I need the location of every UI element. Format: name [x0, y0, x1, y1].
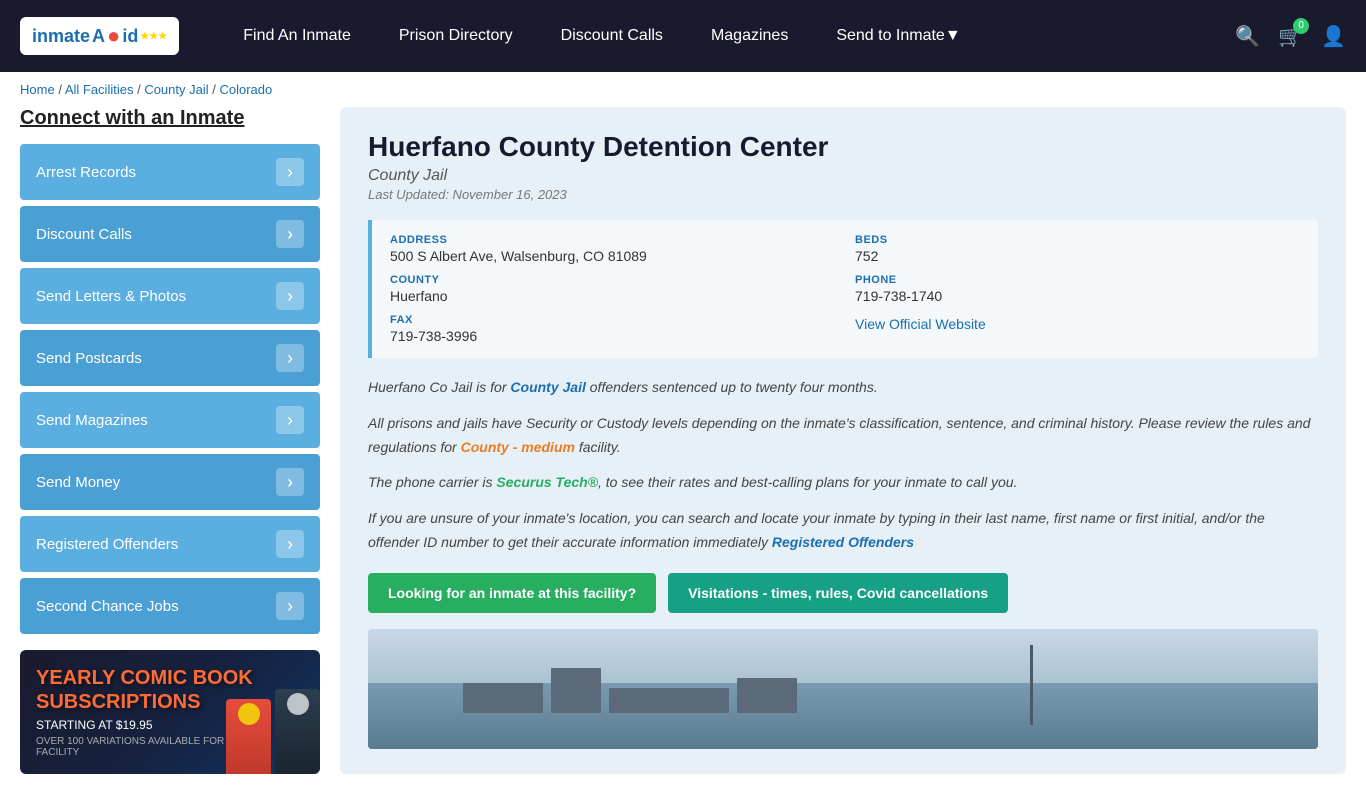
county-value: Huerfano	[390, 288, 835, 304]
fax-label: FAX	[390, 314, 835, 326]
ad-title-line1: YEARLY COMIC BOOK	[36, 666, 304, 690]
facility-title: Huerfano County Detention Center	[368, 131, 1318, 163]
breadcrumb-colorado[interactable]: Colorado	[219, 82, 272, 97]
website-block: View Official Website	[855, 314, 1300, 344]
website-link[interactable]: View Official Website	[855, 316, 1300, 332]
sidebar-item-send-magazines[interactable]: Send Magazines ›	[20, 392, 320, 448]
arrow-icon: ›	[276, 344, 304, 372]
arrow-icon: ›	[276, 468, 304, 496]
fax-value: 719-738-3996	[390, 328, 835, 344]
sidebar-item-send-money[interactable]: Send Money ›	[20, 454, 320, 510]
desc-p4: If you are unsure of your inmate's locat…	[368, 507, 1318, 555]
facility-description: Huerfano Co Jail is for County Jail offe…	[368, 376, 1318, 555]
ad-heroes	[226, 689, 320, 774]
sidebar-item-send-postcards[interactable]: Send Postcards ›	[20, 330, 320, 386]
main-content: Connect with an Inmate Arrest Records › …	[0, 107, 1366, 794]
county-jail-link[interactable]: County Jail	[510, 379, 585, 395]
registered-offenders-link[interactable]: Registered Offenders	[772, 534, 914, 550]
desc-p2: All prisons and jails have Security or C…	[368, 412, 1318, 460]
sidebar-title: Connect with an Inmate	[20, 107, 320, 130]
main-nav: Find An Inmate Prison Directory Discount…	[219, 0, 1235, 72]
sidebar-item-discount-calls[interactable]: Discount Calls ›	[20, 206, 320, 262]
visitations-button[interactable]: Visitations - times, rules, Covid cancel…	[668, 573, 1008, 613]
facility-type: County Jail	[368, 167, 1318, 185]
nav-send-to-inmate[interactable]: Send to Inmate ▼	[812, 0, 984, 72]
nav-find-inmate[interactable]: Find An Inmate	[219, 0, 375, 72]
official-website-link[interactable]: View Official Website	[855, 316, 986, 332]
beds-label: BEDS	[855, 234, 1300, 246]
breadcrumb-county-jail[interactable]: County Jail	[144, 82, 208, 97]
facility-updated: Last Updated: November 16, 2023	[368, 187, 1318, 202]
address-value: 500 S Albert Ave, Walsenburg, CO 81089	[390, 248, 835, 264]
phone-label: PHONE	[855, 274, 1300, 286]
desc-p1: Huerfano Co Jail is for County Jail offe…	[368, 376, 1318, 400]
navbar: inmate A ● id ★★★ Find An Inmate Prison …	[0, 0, 1366, 72]
sidebar-item-label: Registered Offenders	[36, 536, 178, 553]
nav-discount-calls[interactable]: Discount Calls	[537, 0, 687, 72]
sidebar-item-arrest-records[interactable]: Arrest Records ›	[20, 144, 320, 200]
sidebar-item-second-chance-jobs[interactable]: Second Chance Jobs ›	[20, 578, 320, 634]
securus-link[interactable]: Securus Tech®	[496, 474, 598, 490]
facility-details-grid: ADDRESS 500 S Albert Ave, Walsenburg, CO…	[368, 220, 1318, 358]
county-label: COUNTY	[390, 274, 835, 286]
find-inmate-button[interactable]: Looking for an inmate at this facility?	[368, 573, 656, 613]
desc-p3: The phone carrier is Securus Tech®, to s…	[368, 471, 1318, 495]
arrow-icon: ›	[276, 220, 304, 248]
nav-prison-directory[interactable]: Prison Directory	[375, 0, 537, 72]
sidebar-item-send-letters[interactable]: Send Letters & Photos ›	[20, 268, 320, 324]
sidebar-item-label: Send Postcards	[36, 350, 142, 367]
phone-block: PHONE 719-738-1740	[855, 274, 1300, 304]
sidebar-item-label: Send Letters & Photos	[36, 288, 186, 305]
breadcrumb-all-facilities[interactable]: All Facilities	[65, 82, 134, 97]
facility-buttons: Looking for an inmate at this facility? …	[368, 573, 1318, 613]
logo[interactable]: inmate A ● id ★★★	[20, 17, 179, 55]
sidebar-item-registered-offenders[interactable]: Registered Offenders ›	[20, 516, 320, 572]
navbar-actions: 🔍 🛒 0 👤	[1235, 24, 1346, 49]
arrow-icon: ›	[276, 592, 304, 620]
beds-value: 752	[855, 248, 1300, 264]
nav-magazines[interactable]: Magazines	[687, 0, 812, 72]
county-block: COUNTY Huerfano	[390, 274, 835, 304]
sidebar-item-label: Arrest Records	[36, 164, 136, 181]
sidebar-advertisement[interactable]: YEARLY COMIC BOOK SUBSCRIPTIONS STARTING…	[20, 650, 320, 774]
county-medium-link[interactable]: County - medium	[461, 439, 575, 455]
cart-badge: 0	[1293, 18, 1309, 34]
beds-block: BEDS 752	[855, 234, 1300, 264]
user-icon[interactable]: 👤	[1321, 24, 1346, 49]
address-block: ADDRESS 500 S Albert Ave, Walsenburg, CO…	[390, 234, 835, 264]
facility-photo	[368, 629, 1318, 749]
sidebar-item-label: Discount Calls	[36, 226, 132, 243]
breadcrumb-home[interactable]: Home	[20, 82, 55, 97]
address-label: ADDRESS	[390, 234, 835, 246]
breadcrumb: Home / All Facilities / County Jail / Co…	[0, 72, 1366, 107]
sidebar-item-label: Second Chance Jobs	[36, 598, 179, 615]
arrow-icon: ›	[276, 282, 304, 310]
phone-value: 719-738-1740	[855, 288, 1300, 304]
sidebar-item-label: Send Magazines	[36, 412, 148, 429]
fax-block: FAX 719-738-3996	[390, 314, 835, 344]
arrow-icon: ›	[276, 406, 304, 434]
search-icon[interactable]: 🔍	[1235, 24, 1260, 49]
arrow-icon: ›	[276, 158, 304, 186]
facility-content: Huerfano County Detention Center County …	[340, 107, 1346, 774]
arrow-icon: ›	[276, 530, 304, 558]
sidebar: Connect with an Inmate Arrest Records › …	[20, 107, 320, 774]
cart-icon[interactable]: 🛒 0	[1278, 24, 1303, 49]
sidebar-item-label: Send Money	[36, 474, 120, 491]
